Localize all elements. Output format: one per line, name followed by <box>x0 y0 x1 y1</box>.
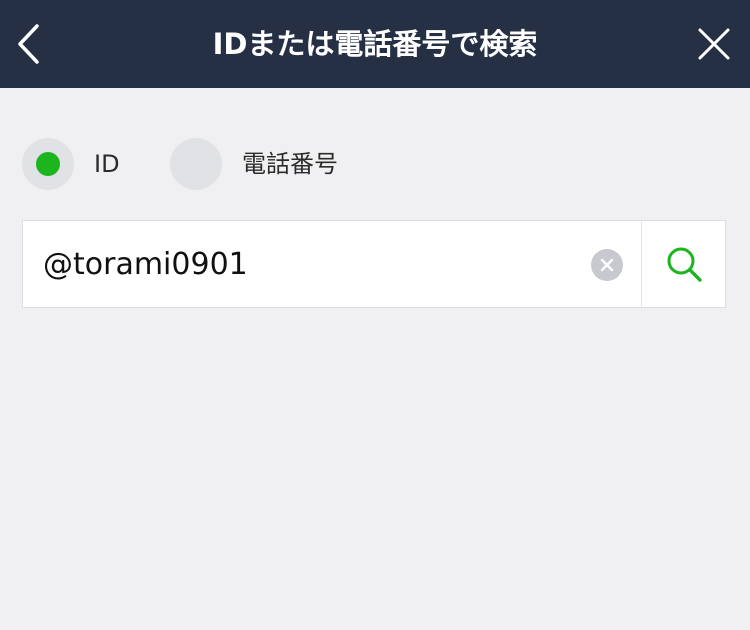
radio-label-id: ID <box>94 150 120 178</box>
radio-selected-dot <box>36 152 60 176</box>
radio-button-phone[interactable] <box>170 138 222 190</box>
search-button[interactable] <box>642 221 726 307</box>
search-icon <box>667 247 702 282</box>
chevron-left-icon <box>18 24 39 64</box>
close-icon <box>698 28 730 60</box>
clear-icon <box>600 258 614 272</box>
radio-label-phone: 電話番号 <box>242 150 338 178</box>
page-title: IDまたは電話番号で検索 <box>212 27 538 61</box>
radio-option-id[interactable]: ID <box>22 138 152 190</box>
radio-option-phone[interactable]: 電話番号 <box>170 138 370 190</box>
header-bar: IDまたは電話番号で検索 <box>0 0 750 88</box>
clear-button[interactable] <box>591 249 623 281</box>
radio-button-id[interactable] <box>22 138 74 190</box>
back-button[interactable] <box>10 18 50 70</box>
search-input[interactable] <box>43 221 583 307</box>
search-box <box>22 220 726 308</box>
close-button[interactable] <box>692 22 736 66</box>
